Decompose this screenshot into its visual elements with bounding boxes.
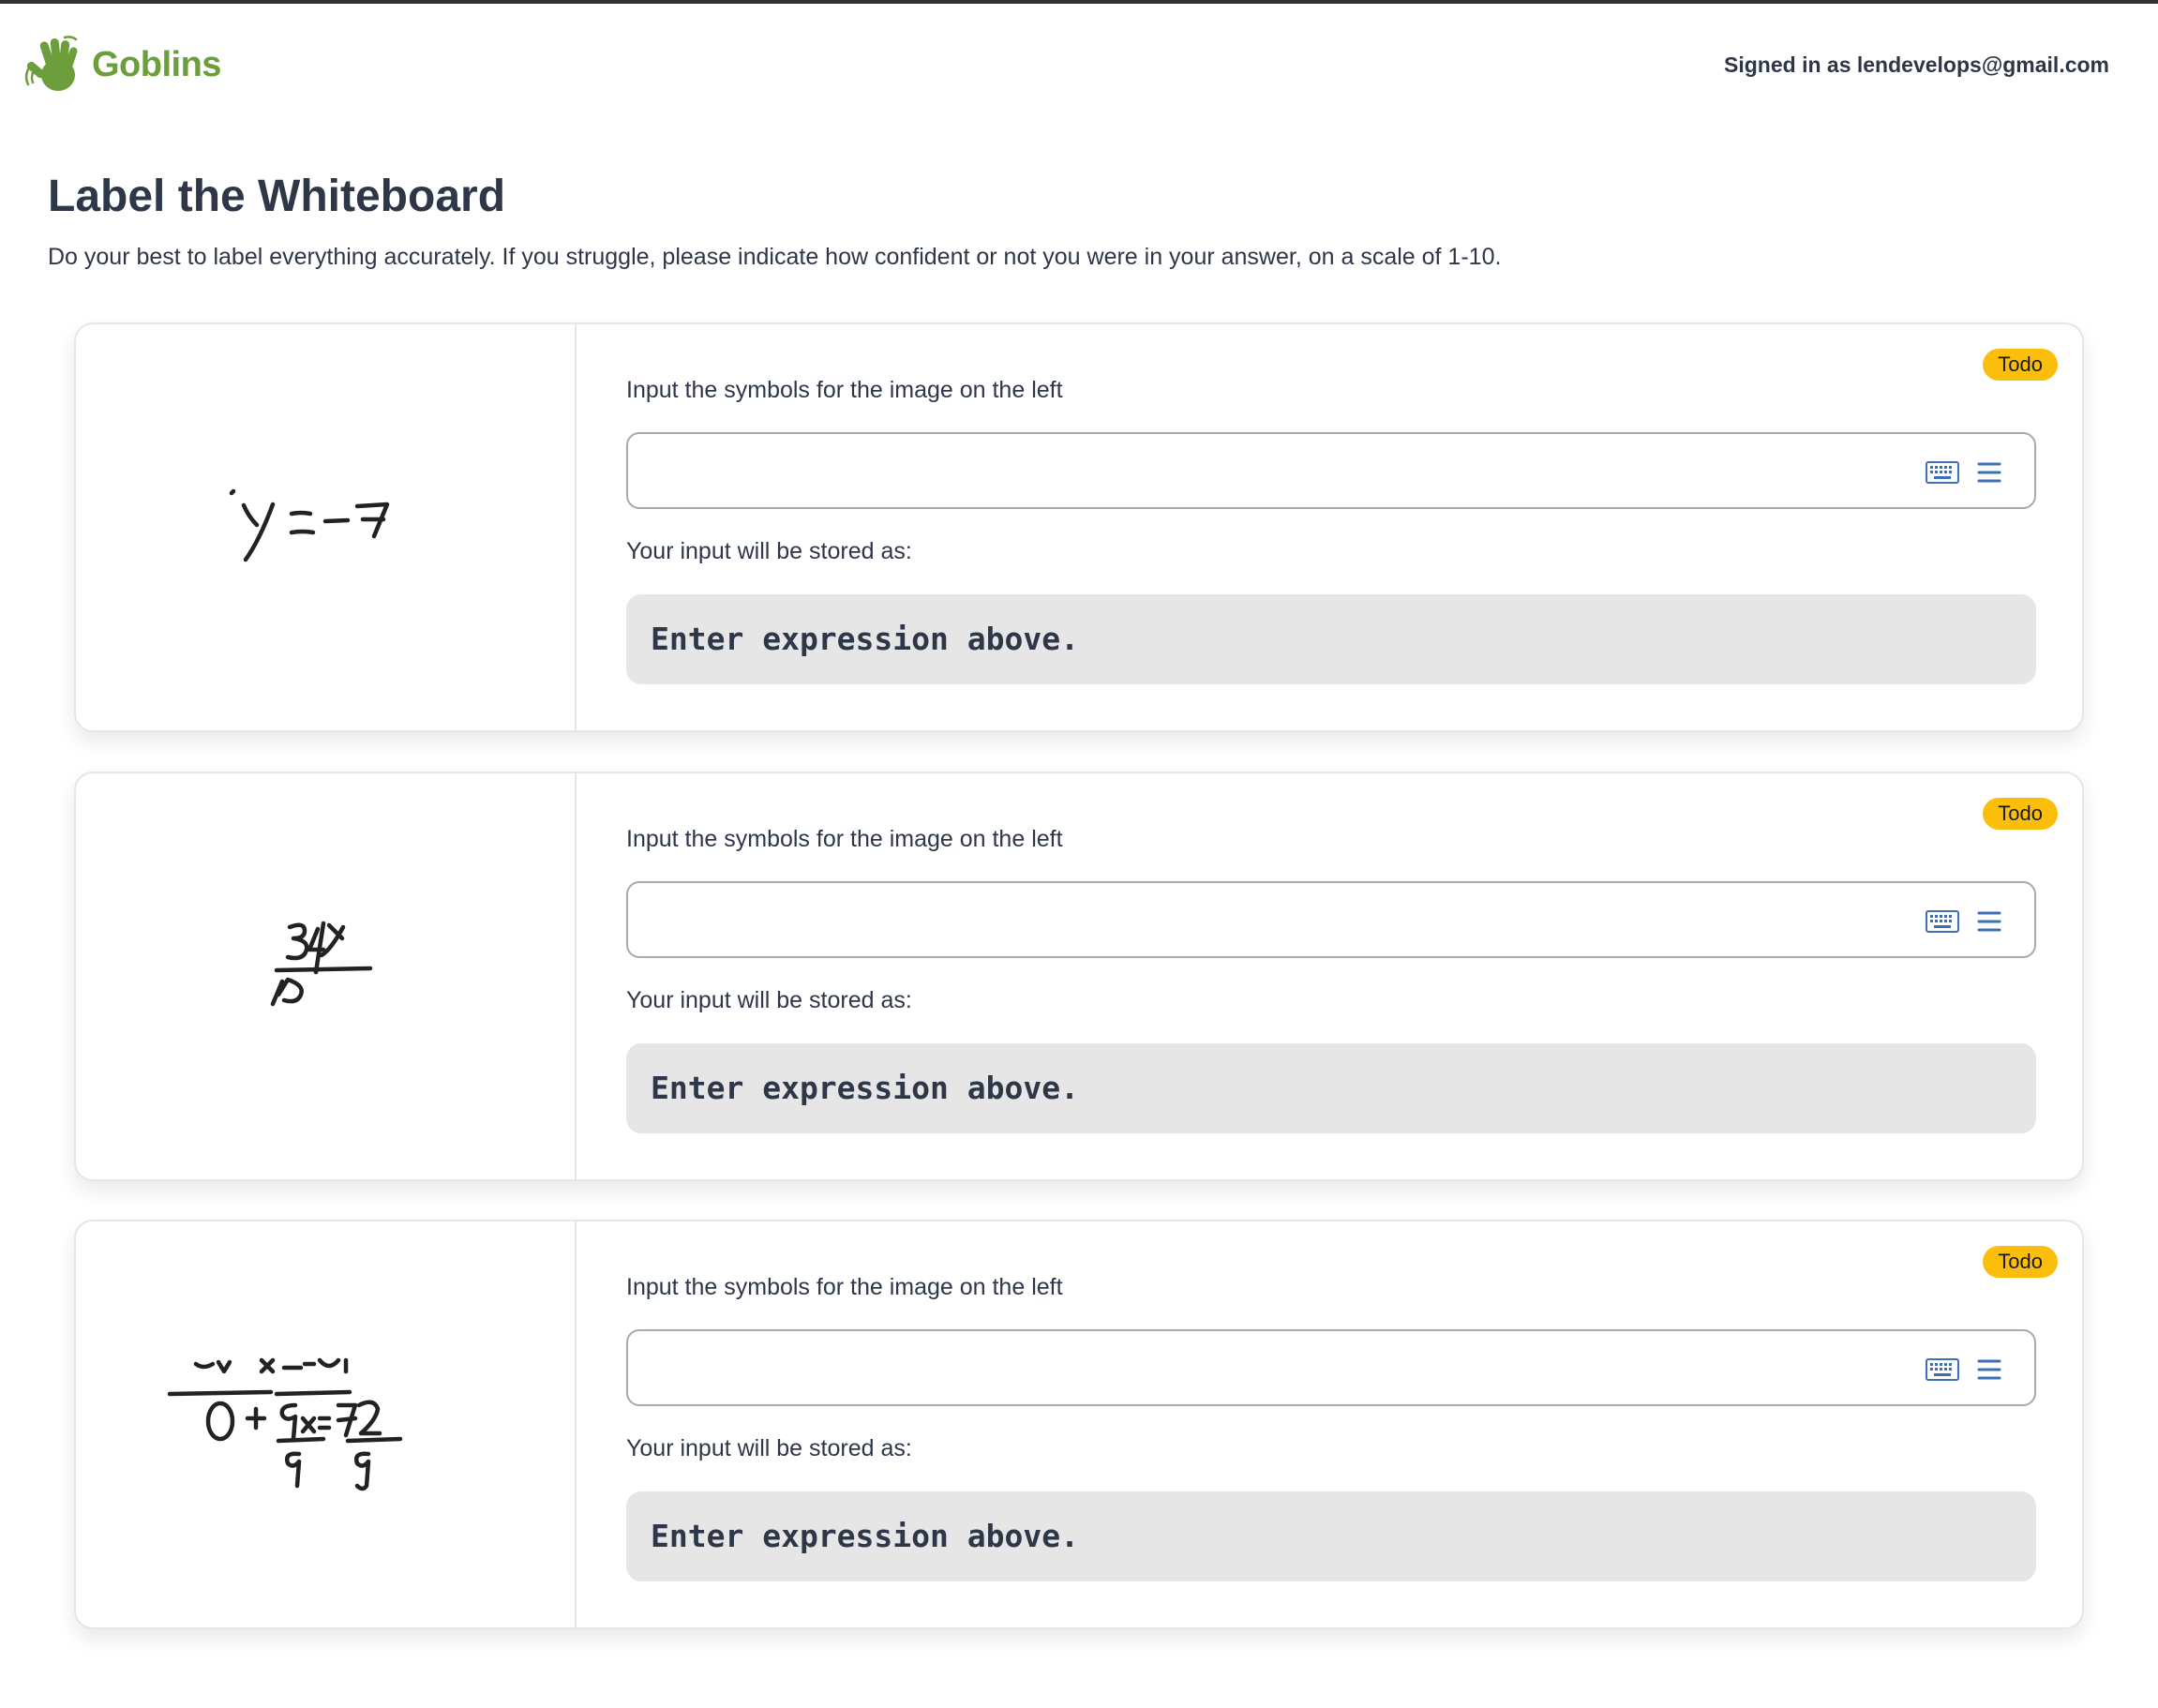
whiteboard-image [76,324,577,730]
whiteboard-image [76,1221,577,1627]
handwriting-equation-steps [167,1357,403,1491]
stored-preview-text: Enter expression above. [651,621,1079,657]
keyboard-icon[interactable] [1926,1357,1959,1382]
input-prompt: Input the symbols for the image on the l… [626,377,1063,403]
whiteboard-image [76,773,577,1179]
math-input-field[interactable] [626,432,2036,509]
input-prompt: Input the symbols for the image on the l… [626,1274,1063,1300]
waving-hand-icon [24,36,78,91]
stored-as-label: Your input will be stored as: [626,1435,912,1461]
menu-icon[interactable] [1976,1357,2002,1382]
card-form: Todo Input the symbols for the image on … [577,1221,2082,1627]
label-card: Todo Input the symbols for the image on … [74,1220,2084,1629]
status-badge: Todo [1983,798,2058,830]
handwriting-y-equals-minus-7 [229,488,390,562]
math-input-field[interactable] [626,881,2036,958]
stored-preview: Enter expression above. [626,594,2036,684]
stored-preview-text: Enter expression above. [651,1070,1079,1106]
top-bar: Goblins Signed in as lendevelops@gmail.c… [0,4,2158,126]
menu-icon[interactable] [1976,909,2002,934]
stored-preview-text: Enter expression above. [651,1518,1079,1554]
status-badge: Todo [1983,349,2058,381]
handwriting-fraction [270,921,373,1007]
page-description: Do your best to label everything accurat… [48,244,1502,270]
label-card: Todo Input the symbols for the image on … [74,322,2084,732]
label-card: Todo Input the symbols for the image on … [74,772,2084,1181]
keyboard-icon[interactable] [1926,460,1959,485]
card-form: Todo Input the symbols for the image on … [577,324,2082,730]
page-title: Label the Whiteboard [48,172,506,221]
signed-in-status: Signed in as lendevelops@gmail.com [1724,52,2109,77]
stored-preview: Enter expression above. [626,1491,2036,1581]
card-form: Todo Input the symbols for the image on … [577,773,2082,1179]
input-prompt: Input the symbols for the image on the l… [626,826,1063,852]
app-name: Goblins [92,44,221,84]
stored-preview: Enter expression above. [626,1043,2036,1133]
math-input-field[interactable] [626,1329,2036,1406]
menu-icon[interactable] [1976,460,2002,485]
status-badge: Todo [1983,1246,2058,1278]
stored-as-label: Your input will be stored as: [626,987,912,1013]
app-logo[interactable]: Goblins [22,34,221,96]
stored-as-label: Your input will be stored as: [626,538,912,564]
keyboard-icon[interactable] [1926,909,1959,934]
